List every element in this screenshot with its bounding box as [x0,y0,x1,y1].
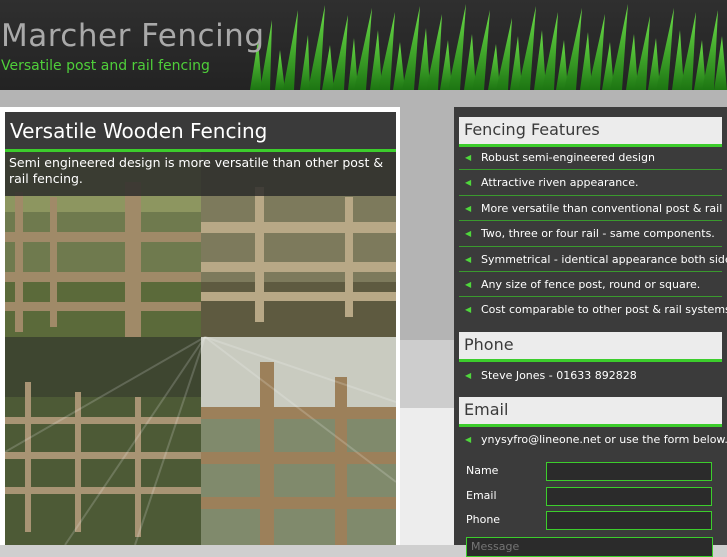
email-field[interactable] [546,487,712,506]
email-label: Email [466,489,497,502]
bullet-arrow-icon: ◀ [465,153,472,162]
fence-photo-collage [5,152,396,545]
bullet-arrow-icon: ◀ [465,435,472,444]
message-field[interactable] [466,537,713,557]
bullet-arrow-icon: ◀ [465,229,472,239]
list-item: ◀ Symmetrical - identical appearance both… [459,247,727,272]
site-title[interactable]: Marcher Fencing [1,18,265,54]
main-content-panel: Versatile Wooden Fencing Semi engineered… [0,107,400,545]
email-contact: ◀ ynysyfro@lineone.net or use the form b… [459,428,727,452]
features-heading-bar: Fencing Features [459,117,722,147]
features-list: ◀ Robust semi-engineered design ◀ Attracti… [459,145,727,322]
list-item: ◀ Robust semi-engineered design [459,145,722,171]
bullet-arrow-icon: ◀ [465,203,472,213]
main-heading: Versatile Wooden Fencing [10,119,268,143]
grass-banner-image [250,4,727,90]
features-heading: Fencing Features [464,120,600,139]
bullet-arrow-icon: ◀ [465,178,472,188]
bullet-arrow-icon: ◀ [465,279,472,289]
bullet-arrow-icon: ◀ [465,254,472,264]
bullet-arrow-icon: ◀ [465,371,472,380]
list-item: ◀ Attractive riven appearance. [459,170,722,196]
main-heading-bar: Versatile Wooden Fencing [5,112,396,152]
main-caption: Semi engineered design is more versatile… [5,152,396,196]
bullet-arrow-icon: ◀ [465,305,472,315]
sidebar: Fencing Features ◀ Robust semi-engineered… [454,107,727,557]
phone-label: Phone [466,513,501,526]
list-item: ◀ Any size of fence post, round or square… [459,272,722,298]
phone-heading-bar: Phone [459,332,722,362]
list-item: ◀ Cost comparable to other post & rail sy… [459,297,727,321]
email-heading-bar: Email [459,397,722,427]
site-tagline: Versatile post and rail fencing [1,58,210,74]
site-header: Marcher Fencing Versatile post and rail … [0,0,727,90]
list-item: ◀ Two, three or four rail - same componen… [459,221,722,247]
name-label: Name [466,464,499,477]
list-item: ◀ More versatile than conventional post &… [459,196,722,222]
phone-heading: Phone [464,335,514,354]
name-field[interactable] [546,462,712,481]
phone-contact: ◀ Steve Jones - 01633 892828 [459,364,722,388]
phone-field[interactable] [546,511,712,530]
email-heading: Email [464,400,509,419]
